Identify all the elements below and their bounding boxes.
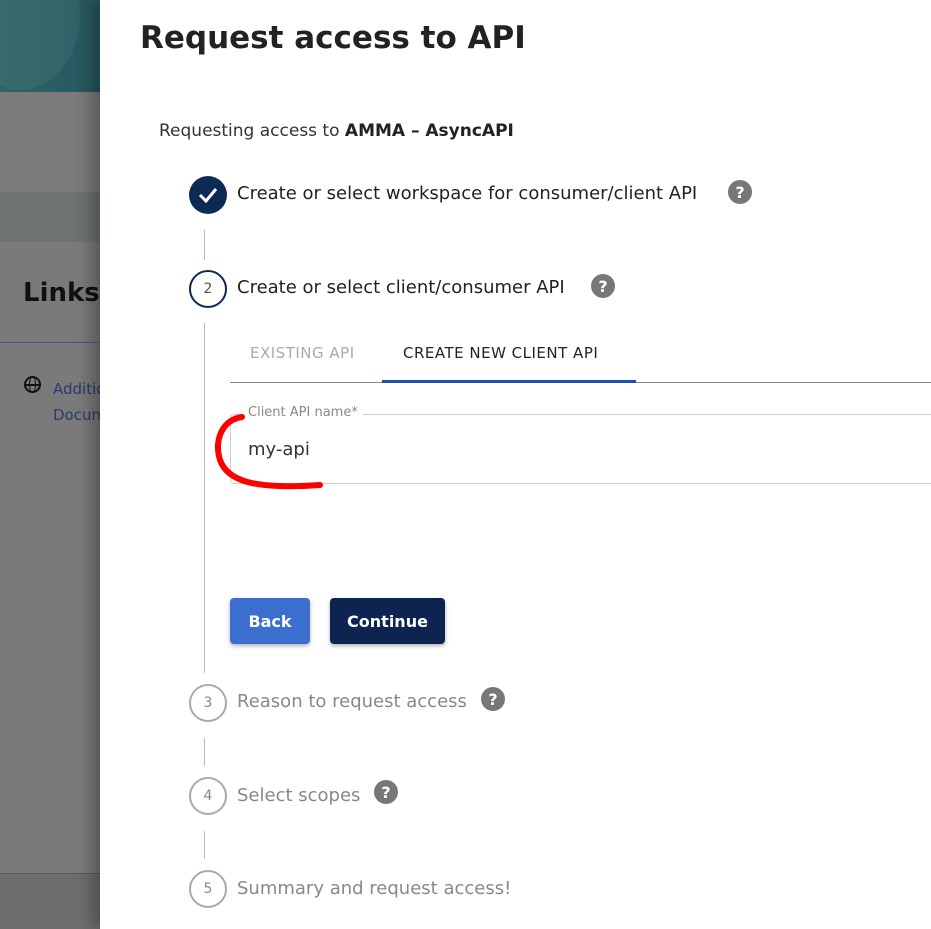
tab-create-new-client-api[interactable]: CREATE NEW CLIENT API [403, 344, 598, 362]
background-footer [0, 873, 100, 929]
requesting-prefix: Requesting access to [159, 121, 345, 141]
step-connector [204, 831, 205, 859]
step-4-number: 4 [189, 777, 227, 815]
help-icon[interactable]: ? [728, 180, 752, 204]
step-2-number: 2 [189, 270, 227, 308]
help-icon[interactable]: ? [374, 780, 398, 804]
background-band [0, 192, 100, 242]
step-3-label[interactable]: Reason to request access [237, 691, 467, 712]
step-connector [204, 323, 205, 673]
step-connector [204, 230, 205, 260]
links-heading: Links [23, 278, 100, 308]
additional-docs-link[interactable]: Additional Documentation [53, 376, 100, 428]
background-header [0, 0, 100, 92]
continue-button[interactable]: Continue [330, 598, 445, 644]
divider [0, 342, 100, 343]
step-2-label[interactable]: Create or select client/consumer API [237, 277, 565, 298]
step-4-label[interactable]: Select scopes [237, 785, 360, 806]
dialog-title: Request access to API [140, 20, 526, 56]
api-name: AMMA – AsyncAPI [344, 121, 514, 141]
step-1-check-icon [189, 176, 227, 214]
required-mark: * [351, 405, 358, 420]
back-button[interactable]: Back [230, 598, 310, 644]
tab-existing-api[interactable]: EXISTING API [250, 344, 355, 362]
globe-icon [24, 376, 41, 393]
help-icon[interactable]: ? [481, 687, 505, 711]
step-connector [204, 738, 205, 766]
client-api-name-input[interactable] [248, 439, 848, 460]
step-3-number: 3 [189, 684, 227, 722]
background-section [0, 92, 100, 192]
red-annotation-mark [215, 414, 323, 490]
step-5-number: 5 [189, 870, 227, 908]
help-icon[interactable]: ? [591, 274, 615, 298]
requesting-text: Requesting access to AMMA – AsyncAPI [159, 121, 514, 141]
tab-indicator [382, 380, 636, 383]
step-1-label[interactable]: Create or select workspace for consumer/… [237, 183, 697, 204]
step-5-label[interactable]: Summary and request access! [237, 878, 511, 899]
